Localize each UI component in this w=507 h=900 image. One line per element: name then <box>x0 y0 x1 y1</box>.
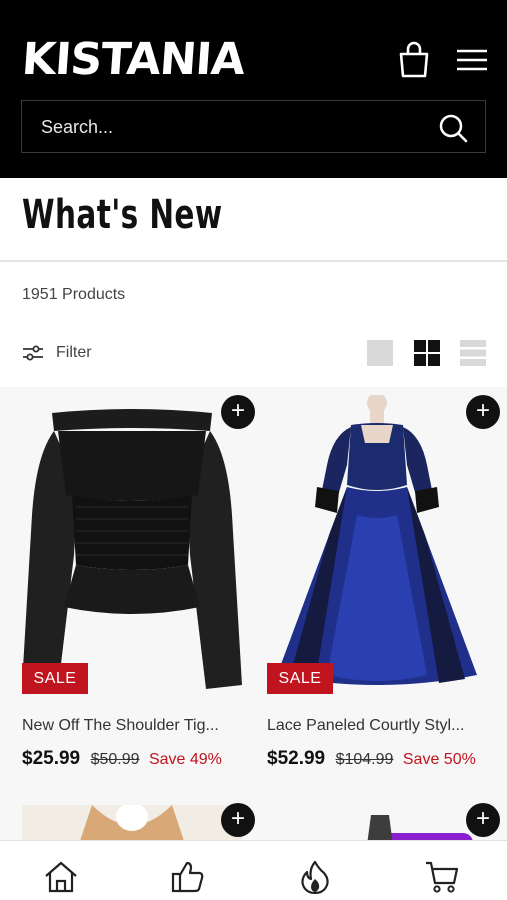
brand-logo[interactable]: KISTANIA <box>20 34 246 86</box>
flame-icon[interactable] <box>297 859 333 895</box>
sliders-icon <box>23 345 43 361</box>
product-price-row: $52.99 $104.99 Save 50% <box>267 748 476 770</box>
sale-price: $25.99 <box>22 748 81 769</box>
product-card[interactable]: + SALE Lace Paneled Courtly Styl... $52.… <box>255 387 500 787</box>
sale-price: $52.99 <box>267 748 326 769</box>
cart-icon[interactable] <box>424 859 460 895</box>
add-to-cart-button[interactable]: + <box>221 803 255 837</box>
product-card[interactable]: + SALE New Off The Shoulder Tig... $25.9… <box>10 387 255 787</box>
search-input[interactable]: Search... <box>21 100 486 153</box>
sale-badge: SALE <box>267 663 333 694</box>
add-to-cart-button[interactable]: + <box>221 395 255 429</box>
filter-button[interactable]: Filter <box>22 340 92 366</box>
view-two-column-grid-icon[interactable] <box>413 339 441 367</box>
discount-label: Save 49% <box>148 751 222 768</box>
product-count: 1951 Products <box>22 286 126 303</box>
filter-label: Filter <box>56 344 92 361</box>
discount-label: Save 50% <box>402 751 476 768</box>
product-name[interactable]: Lace Paneled Courtly Styl... <box>267 717 489 735</box>
add-to-cart-button[interactable]: + <box>466 803 500 837</box>
view-large-grid-icon[interactable] <box>366 339 394 367</box>
product-image-partial[interactable] <box>22 805 242 845</box>
view-list-icon[interactable] <box>459 339 487 367</box>
product-card-partial[interactable]: + <box>255 795 500 845</box>
product-price-row: $25.99 $50.99 Save 49% <box>22 748 222 770</box>
search-icon[interactable] <box>437 112 469 144</box>
original-price: $104.99 <box>335 751 394 768</box>
add-to-cart-button[interactable]: + <box>466 395 500 429</box>
product-image-blue-gown[interactable] <box>267 395 487 699</box>
page-title: What's New <box>22 192 223 238</box>
title-bar: What's New <box>0 178 507 262</box>
product-image-black-blouse[interactable] <box>22 395 242 699</box>
sale-badge: SALE <box>22 663 88 694</box>
search-placeholder: Search... <box>41 117 114 137</box>
home-icon[interactable] <box>43 859 79 895</box>
bottom-navigation <box>0 840 507 900</box>
product-card-partial[interactable]: + <box>10 795 255 845</box>
product-image-partial[interactable] <box>267 805 487 845</box>
original-price: $50.99 <box>90 751 140 768</box>
product-name[interactable]: New Off The Shoulder Tig... <box>22 717 244 735</box>
bag-icon[interactable] <box>396 40 432 80</box>
thumbs-up-icon[interactable] <box>170 859 206 895</box>
top-header: KISTANIA Search... <box>0 0 507 178</box>
hamburger-menu-icon[interactable] <box>454 40 490 80</box>
